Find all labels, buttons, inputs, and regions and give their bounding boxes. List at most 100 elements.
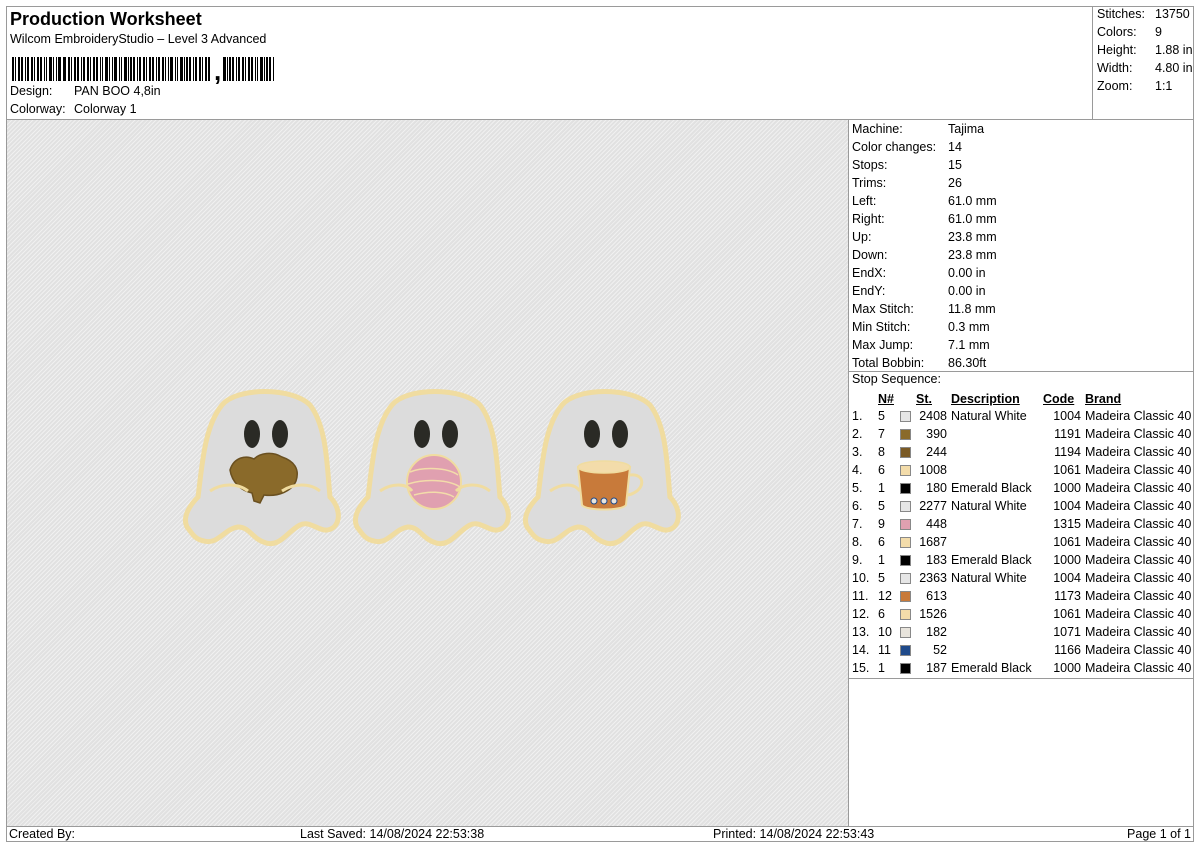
prop-row: Stops: 15 (852, 156, 962, 174)
barcode-bar (18, 57, 20, 81)
prop-row: Up: 23.8 mm (852, 228, 997, 246)
prop-value: 61.0 mm (948, 212, 997, 226)
row-stitches: 2408 (919, 409, 947, 423)
barcode-bar (151, 57, 155, 81)
software-subtitle: Wilcom EmbroideryStudio – Level 3 Advanc… (10, 32, 267, 46)
barcode-bar (229, 57, 231, 81)
prop-label: Machine: (852, 122, 903, 136)
worksheet-frame: Production Worksheet Wilcom EmbroiderySt… (6, 6, 1194, 842)
barcode-bar (68, 57, 71, 81)
barcode-bar (263, 57, 265, 81)
row-needle: 7 (878, 427, 885, 441)
color-swatch (900, 411, 911, 423)
color-swatch (900, 627, 911, 639)
row-stitches: 1008 (919, 463, 947, 477)
prop-row: Trims: 26 (852, 174, 962, 192)
barcode-bar (157, 57, 160, 81)
barcode-bar (202, 57, 204, 81)
row-description (951, 515, 1043, 533)
barcode-bar (34, 57, 35, 81)
row-stitches: 180 (926, 481, 947, 495)
row-code: 1071 (1053, 625, 1081, 639)
table-row: 2. 7 390 1191 Madeira Classic 40 (850, 425, 1193, 443)
stop-table-header: N# St. Description Code Brand (850, 390, 1193, 407)
row-needle: 11 (878, 643, 891, 657)
table-row: 1. 5 2408 Natural White 1004 Madeira Classic … (850, 407, 1193, 425)
barcode-bar (49, 57, 52, 81)
prop-label: Right: (852, 212, 885, 226)
barcode-bar (15, 57, 17, 81)
barcode-bar (12, 57, 15, 81)
barcode-bar (241, 57, 245, 81)
color-swatch (900, 555, 911, 567)
colorway-row: Colorway: Colorway 1 (10, 102, 137, 116)
barcode-bar (207, 57, 211, 81)
barcode-bar (39, 57, 42, 81)
table-row: 15. 1 187 Emerald Black 1000 Madeira Classic … (850, 659, 1193, 677)
barcode-bar (256, 57, 259, 81)
prop-label: Left: (852, 194, 877, 208)
row-brand: Madeira Classic 40 (1085, 535, 1192, 549)
prop-label: EndX: (852, 266, 887, 280)
col-swatch (900, 390, 916, 407)
prop-row: Total Bobbin: 86.30ft (852, 354, 986, 372)
stats-box: Stitches: 13750 Colors: 9 Height: 1.88 in W… (1092, 7, 1196, 119)
prop-label: EndY: (852, 284, 886, 298)
row-description: Emerald Black (951, 481, 1032, 495)
color-swatch (900, 645, 911, 657)
row-needle: 5 (878, 571, 885, 585)
barcode-bar (156, 57, 157, 81)
ghost-with-coffee-cup (522, 389, 681, 547)
barcode-bar (111, 57, 114, 81)
row-code: 1061 (1053, 535, 1081, 549)
barcode-bar (83, 57, 85, 81)
row-needle: 8 (878, 445, 885, 459)
barcode-bar (167, 57, 170, 81)
row-needle: 10 (878, 625, 892, 639)
prop-value: 0.3 mm (948, 320, 990, 334)
row-description: Natural White (951, 499, 1027, 513)
row-code: 1000 (1053, 553, 1081, 567)
row-swatch (900, 623, 916, 641)
barcode-bar (100, 57, 101, 81)
page-title: Production Worksheet (10, 9, 202, 29)
barcode-bar (92, 57, 95, 81)
barcode-bar (71, 57, 73, 81)
prop-label: Color changes: (852, 140, 937, 154)
barcode-bar (27, 57, 29, 81)
prop-value: Tajima (948, 122, 985, 136)
barcode-bar (266, 57, 269, 81)
prop-value: 11.8 mm (948, 302, 996, 316)
barcode-bar (149, 57, 151, 81)
barcode-bar (273, 57, 275, 81)
prop-row: Max Jump: 7.1 mm (852, 336, 990, 354)
row-description (951, 641, 1043, 659)
row-needle: 5 (878, 409, 885, 423)
table-row: 8. 6 1687 1061 Madeira Classic 40 (850, 533, 1193, 551)
row-swatch (900, 641, 916, 659)
row-index: 9. (852, 553, 863, 567)
barcode-bar (161, 57, 164, 81)
row-needle: 1 (878, 661, 885, 675)
table-row: 10. 5 2363 Natural White 1004 Madeira Classic… (850, 569, 1193, 587)
col-index (850, 390, 878, 407)
row-brand: Madeira Classic 40 (1085, 445, 1192, 459)
row-stitches: 244 (926, 445, 947, 459)
row-code: 1004 (1053, 499, 1081, 513)
barcode-bar (132, 57, 136, 81)
barcode-bar (130, 57, 132, 81)
printed-date: Printed: 14/08/2024 22:53:43 (713, 827, 875, 841)
barcode-bar (86, 57, 90, 81)
barcode-bar (124, 57, 127, 81)
barcode-bars-tail (223, 57, 275, 81)
row-swatch (900, 533, 916, 551)
row-index: 14. (852, 643, 870, 657)
row-index: 11. (852, 589, 869, 603)
barcode-bar (90, 57, 91, 81)
row-brand: Madeira Classic 40 (1085, 589, 1192, 603)
row-swatch (900, 497, 916, 515)
row-index: 3. (852, 445, 863, 459)
stat-colors: Colors: 9 (1097, 25, 1162, 39)
row-needle: 5 (878, 499, 885, 513)
row-code: 1004 (1053, 409, 1081, 423)
